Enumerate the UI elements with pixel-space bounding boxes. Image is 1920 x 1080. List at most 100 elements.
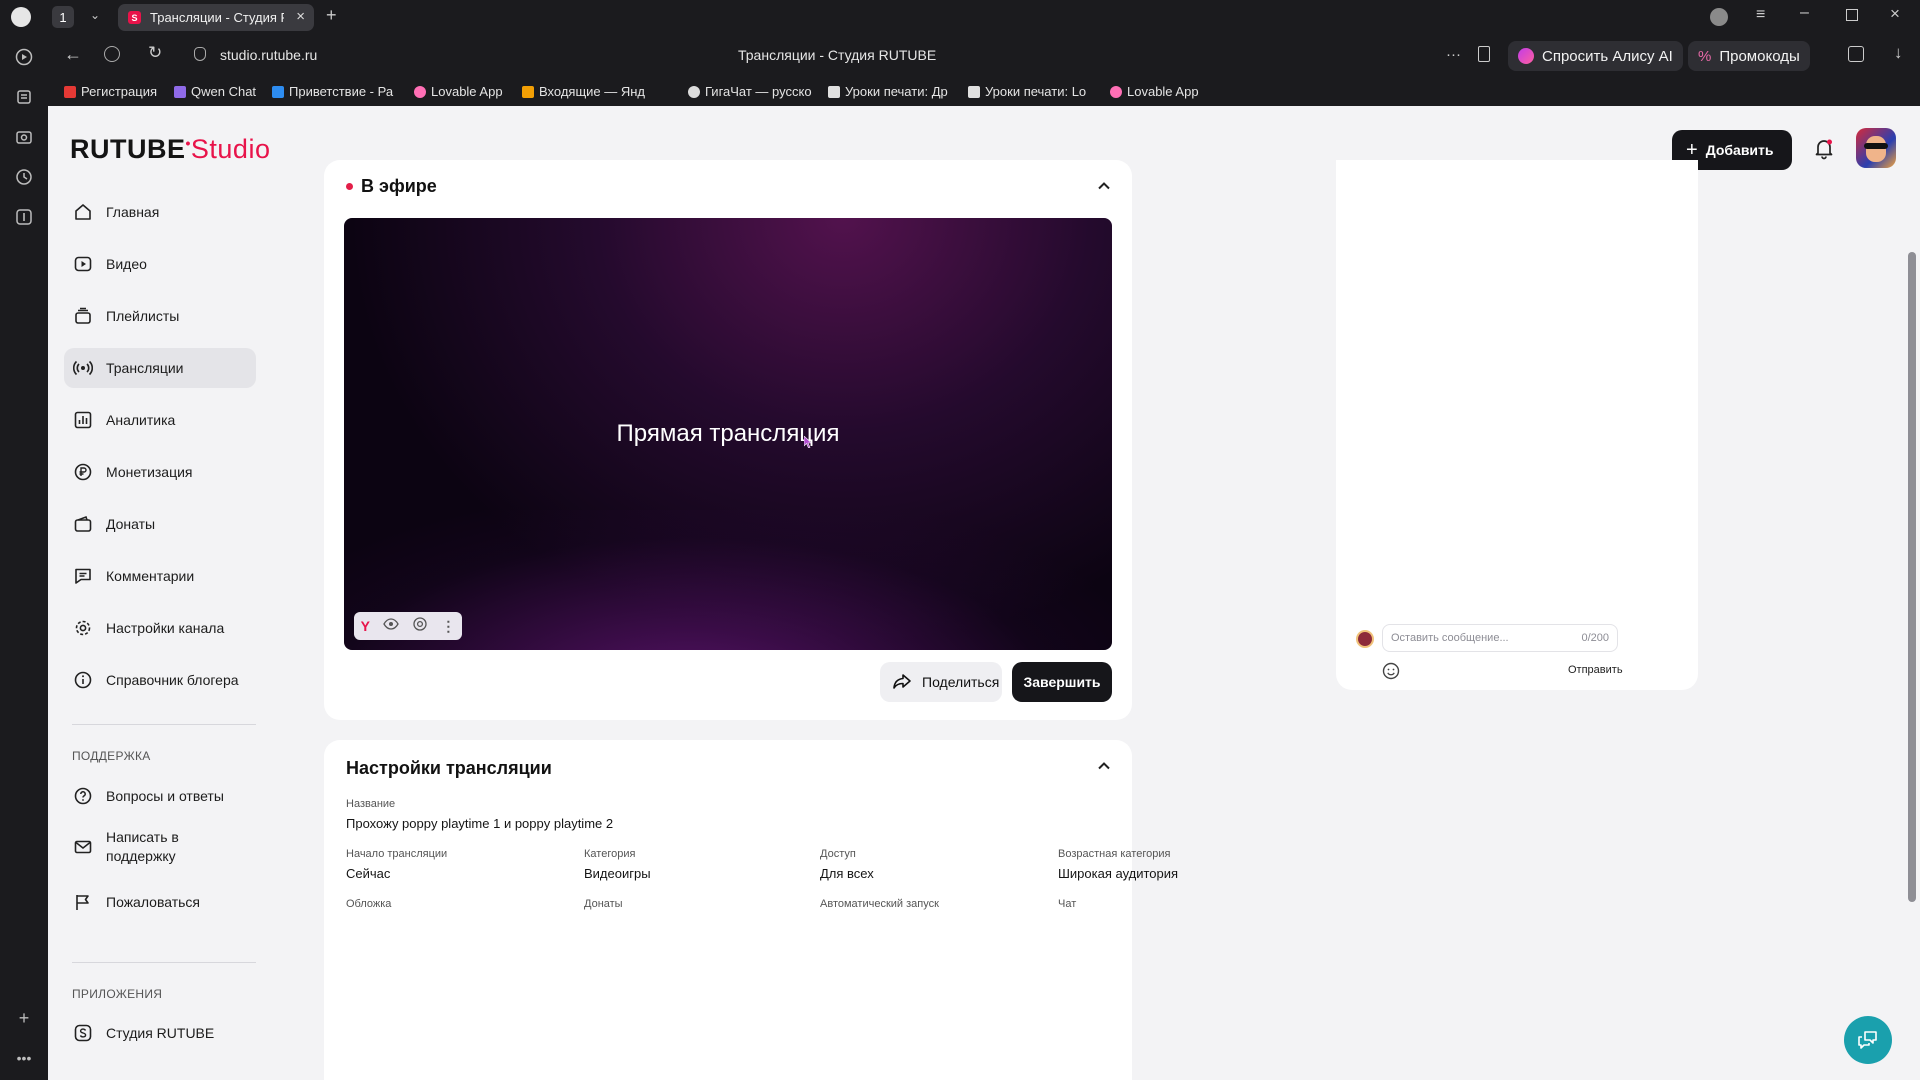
bookmark-item[interactable]: Приветствие - Ра [272,84,395,99]
news-icon[interactable] [14,87,34,107]
menu-icon[interactable]: ≡ [1756,6,1765,24]
video-preview[interactable]: Прямая трансляция Y ⋮ [344,218,1112,650]
page-favicon-icon [828,85,840,98]
page-favicon-icon [968,85,980,98]
minimize-icon[interactable]: – [1800,4,1809,22]
chat-message-input[interactable]: Оставить сообщение... 0/200 [1382,624,1618,652]
sidebar-item-studio-app[interactable]: Студия RUTUBE [64,1013,256,1053]
field-label: Обложка [346,898,392,910]
bookmark-item[interactable]: Регистрация [64,84,157,99]
ask-alice-button[interactable]: Спросить Алису AI [1508,41,1683,71]
reload-icon[interactable]: ↻ [148,43,162,63]
sidebar-item-report[interactable]: Пожаловаться [64,882,256,922]
restore-icon[interactable] [1846,9,1858,21]
user-avatar[interactable] [1856,128,1896,168]
bookmark-icon[interactable] [1478,46,1490,62]
stream-name-value: Прохожу poppy playtime 1 и poppy playtim… [346,816,614,831]
stream-name-label: Название [346,798,396,810]
bookmark-item[interactable]: Lovable App [1110,84,1199,99]
url-text[interactable]: studio.rutube.ru [220,47,317,63]
sidebar-item-label: Видео [106,256,147,272]
bookmark-item[interactable]: Входящие — Янд [522,84,647,99]
chat-send-button[interactable]: Отправить [1568,664,1623,676]
live-card: В эфире Прямая трансляция Y ⋮ Поделиться… [324,160,1132,720]
home-icon [72,201,94,223]
field-value: Сейчас [346,866,391,881]
sidebar-item-faq[interactable]: Вопросы и ответы [64,776,256,816]
collections-icon[interactable] [1848,46,1864,62]
bookmark-item[interactable]: Уроки печати: Др [828,84,949,99]
notifications-bell-icon[interactable] [1812,136,1836,160]
sidebar-item-comments[interactable]: Комментарии [64,556,256,596]
chevron-up-icon[interactable] [1094,756,1114,776]
screenshot-icon[interactable] [14,127,34,147]
field-label: Автоматический запуск [820,898,939,910]
sidebar-item-playlists[interactable]: Плейлисты [64,296,256,336]
tab-title: Трансляции - Студия RUTUBE [150,10,284,25]
sidebar-item-label: Монетизация [106,464,193,480]
download-icon[interactable]: ↓ [1894,43,1903,63]
sidebar-item-blogger-guide[interactable]: Справочник блогера [64,660,256,700]
avatar-sunglasses [1864,143,1888,149]
chevron-up-icon[interactable] [1094,176,1114,196]
avatar-face [1866,136,1886,162]
sidebar-item-analytics[interactable]: Аналитика [64,400,256,440]
sidebar-item-label: Студия RUTUBE [106,1025,215,1041]
apps-heading: ПРИЛОЖЕНИЯ [72,987,163,1001]
sidebar-item-home[interactable]: Главная [64,192,256,232]
end-stream-button[interactable]: Завершить [1012,662,1112,702]
bookmark-item[interactable]: Уроки печати: Lo [968,84,1089,99]
new-tab-icon[interactable]: + [326,5,337,26]
logo-rutube: RUTUBE [70,134,186,164]
screenshot-icon[interactable] [412,616,428,637]
add-panel-icon[interactable]: + [14,1008,34,1028]
stream-settings-card: Настройки трансляции Название Прохожу po… [324,740,1178,1080]
sidebar-item-monetization[interactable]: Монетизация [64,452,256,492]
yandex-y-icon[interactable]: Y [361,618,370,634]
sidebar-item-broadcasts[interactable]: Трансляции [64,348,256,388]
sidebar-item-label: Справочник блогера [106,672,239,688]
more-icon[interactable]: ••• [14,1048,34,1068]
tab-number-icon[interactable] [14,207,34,227]
share-button[interactable]: Поделиться [880,662,1002,702]
bookmarks-bar: Регистрация Qwen Chat Приветствие - Ра L… [48,80,1920,106]
browser-tab-active[interactable]: S Трансляции - Студия RUTUBE × [118,4,314,31]
share-icon [892,671,912,694]
logo-studio: Studio [190,134,271,164]
back-icon[interactable]: ← [64,44,82,65]
sidebar-item-video[interactable]: Видео [64,244,256,284]
chat-card: Оставить сообщение... 0/200 Отправить [1336,160,1698,690]
promo-button[interactable]: % Промокоды [1688,41,1810,71]
field-label: Доступ [820,848,856,860]
bookmark-item[interactable]: Qwen Chat [174,84,256,99]
qwen-favicon-icon [174,85,186,98]
video-icon [72,253,94,275]
sidebar-item-write-support[interactable]: Написать в поддержку [64,822,256,872]
more-dots-icon[interactable]: ··· [1446,46,1461,63]
sidebar-item-donations[interactable]: Донаты [64,504,256,544]
more-vertical-icon[interactable]: ⋮ [441,619,455,633]
live-dot [346,183,353,190]
eye-icon[interactable] [383,616,399,637]
sidebar-item-label: Аналитика [106,412,176,428]
wallet-icon [72,513,94,535]
play-icon[interactable] [14,47,34,67]
close-window-icon[interactable]: × [1890,4,1900,24]
help-chat-button[interactable] [1844,1016,1892,1064]
sidebar-item-channel-settings[interactable]: Настройки канала [64,608,256,648]
yandex-icon[interactable] [104,46,120,62]
bookmark-item[interactable]: Lovable App [414,84,503,99]
profile-avatar-icon[interactable] [1710,8,1728,26]
tabs-dropdown-icon[interactable]: ⌄ [90,8,100,22]
bookmark-item[interactable]: ГигаЧат — русско [688,84,813,99]
emoji-icon[interactable] [1382,662,1400,680]
history-icon[interactable] [14,167,34,187]
browser-profile-icon[interactable] [11,7,31,27]
studio-app-icon [72,1022,94,1044]
tab-counter[interactable]: 1 [52,6,74,28]
page-scrollbar[interactable] [1908,252,1916,902]
close-tab-icon[interactable]: × [296,8,305,25]
field-label: Категория [584,848,636,860]
rutube-studio-logo[interactable]: RUTUBE•Studio [70,134,270,165]
field-value: Для всех [820,866,874,881]
